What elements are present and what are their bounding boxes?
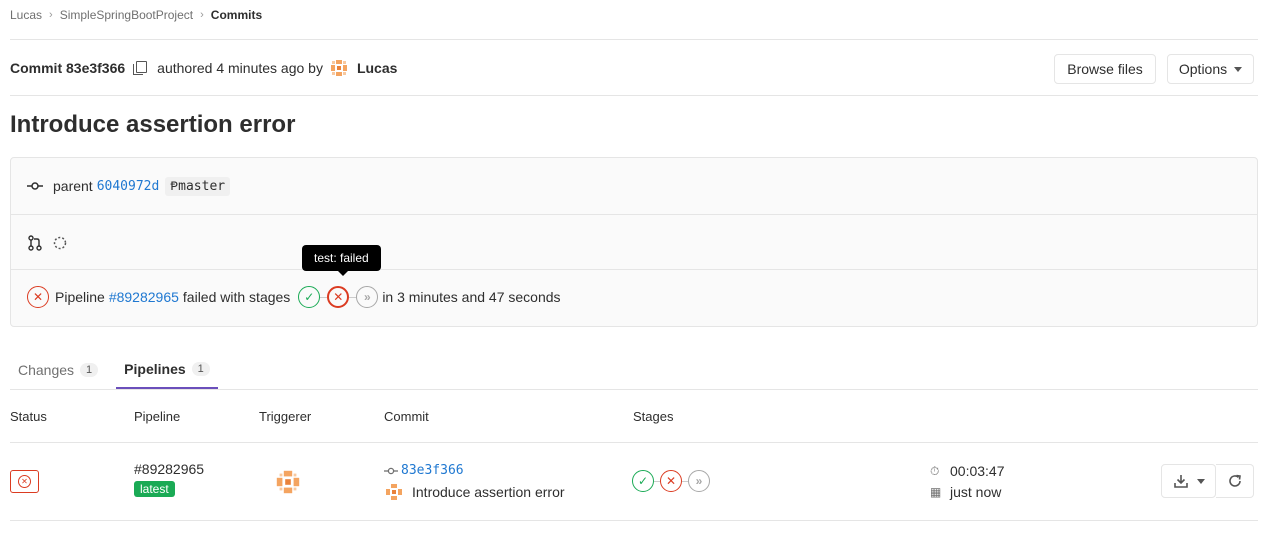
finished-time: just now xyxy=(950,484,1002,500)
stage-connector xyxy=(320,296,328,298)
divider xyxy=(10,95,1258,96)
commit-sha-link[interactable]: 83e3f366 xyxy=(401,463,464,478)
browse-files-button[interactable]: Browse files xyxy=(1054,54,1156,84)
tab-label: Changes xyxy=(18,361,75,378)
divider xyxy=(10,39,1258,40)
caret-down-icon xyxy=(1234,66,1243,72)
pipeline-status-text: failed with stages xyxy=(182,289,291,305)
pipeline-id-link[interactable]: #89282965 xyxy=(134,461,204,477)
tab-label: Pipelines xyxy=(124,360,186,377)
triggerer-avatar[interactable] xyxy=(274,468,302,499)
divider xyxy=(10,520,1258,521)
count-badge: 1 xyxy=(80,362,99,377)
stage-success-icon[interactable]: ✓ xyxy=(632,470,654,492)
header-commit: Commit xyxy=(384,409,429,424)
divider xyxy=(11,269,1257,270)
tab-pipelines[interactable]: Pipelines 1 xyxy=(116,350,218,389)
commit-title: Introduce assertion error xyxy=(10,111,296,138)
branch-name: master xyxy=(178,178,226,194)
stage-tooltip: test: failed xyxy=(302,245,381,276)
loading-spinner-icon xyxy=(53,236,67,250)
caret-down-icon xyxy=(1196,478,1205,484)
header-triggerer: Triggerer xyxy=(259,409,312,424)
commit-title-link[interactable]: Introduce assertion error xyxy=(412,484,565,500)
pipeline-prefix: Pipeline xyxy=(55,289,105,305)
author-link[interactable]: Lucas xyxy=(357,60,397,76)
timer-icon: ⏱ xyxy=(930,463,940,478)
merge-request-row xyxy=(11,232,1257,254)
chevron-right-icon: › xyxy=(200,9,204,21)
commit-label: Commit 83e3f366 xyxy=(10,60,126,76)
retry-icon xyxy=(1227,473,1243,489)
commit-icon xyxy=(384,466,398,476)
count-badge: 1 xyxy=(191,361,210,376)
pipeline-link[interactable]: #89282965 xyxy=(109,289,179,305)
avatar[interactable] xyxy=(384,482,404,502)
options-dropdown[interactable]: Options xyxy=(1167,54,1254,84)
tab-changes[interactable]: Changes 1 xyxy=(10,350,106,389)
duration-value: 00:03:47 xyxy=(950,463,1005,479)
stage-success-icon[interactable]: ✓ xyxy=(298,286,321,308)
header-stages: Stages xyxy=(633,409,674,424)
failed-icon: ✕ xyxy=(18,475,31,488)
pipeline-duration-text: in 3 minutes and 47 seconds xyxy=(382,289,561,305)
divider xyxy=(10,442,1258,443)
stage-failed-icon[interactable]: ✕ xyxy=(660,470,682,492)
header-pipeline: Pipeline xyxy=(134,409,181,424)
commit-icon xyxy=(27,181,43,191)
download-icon xyxy=(1173,473,1189,489)
stage-skipped-icon[interactable]: » xyxy=(356,286,379,308)
commit-info-box: parent 6040972d Ᵽmaster ✕ Pipeline #8928… xyxy=(10,157,1258,327)
parent-label: parent xyxy=(53,178,93,194)
pipeline-failed-icon[interactable]: ✕ xyxy=(27,286,49,308)
divider xyxy=(11,214,1257,215)
pipeline-cell: #89282965 latest xyxy=(134,461,204,497)
chevron-right-icon: › xyxy=(49,9,53,21)
copy-icon[interactable] xyxy=(133,61,148,75)
parent-row: parent 6040972d Ᵽmaster xyxy=(11,175,1257,197)
row-stages: ✓ ✕ » xyxy=(632,470,710,492)
authored-text: authored 4 minutes ago by xyxy=(157,60,323,76)
retry-button[interactable] xyxy=(1216,464,1254,498)
commit-header: Commit 83e3f366 authored 4 minutes ago b… xyxy=(10,58,397,78)
calendar-icon: ▦ xyxy=(930,485,942,499)
pipeline-stages: ✓ ✕ » xyxy=(298,286,379,308)
timing-cell: ⏱ 00:03:47 ▦ just now xyxy=(930,463,1005,500)
branch-icon: Ᵽ xyxy=(170,178,179,194)
breadcrumb: Lucas › SimpleSpringBootProject › Commit… xyxy=(10,8,262,22)
branch-pill[interactable]: Ᵽmaster xyxy=(165,176,231,196)
breadcrumb-project[interactable]: SimpleSpringBootProject xyxy=(60,8,193,22)
stage-skipped-icon[interactable]: » xyxy=(688,470,710,492)
breadcrumb-commits[interactable]: Commits xyxy=(211,8,262,22)
parent-sha-link[interactable]: 6040972d xyxy=(97,179,160,194)
breadcrumb-user[interactable]: Lucas xyxy=(10,8,42,22)
pipeline-row: ✕ Pipeline #89282965 failed with stages … xyxy=(11,285,1257,309)
status-failed-badge[interactable]: ✕ xyxy=(10,470,39,493)
browse-files-label: Browse files xyxy=(1067,61,1143,77)
latest-badge: latest xyxy=(134,481,175,497)
commit-tabs: Changes 1 Pipelines 1 xyxy=(10,350,1258,390)
options-label: Options xyxy=(1178,61,1228,77)
stage-failed-icon[interactable]: ✕ xyxy=(327,286,350,308)
header-status: Status xyxy=(10,409,47,424)
commit-cell: 83e3f366 Introduce assertion error xyxy=(384,463,565,502)
download-artifacts-dropdown[interactable] xyxy=(1161,464,1216,498)
stage-connector xyxy=(349,296,357,298)
avatar[interactable] xyxy=(328,58,349,78)
merge-request-icon xyxy=(27,235,43,251)
